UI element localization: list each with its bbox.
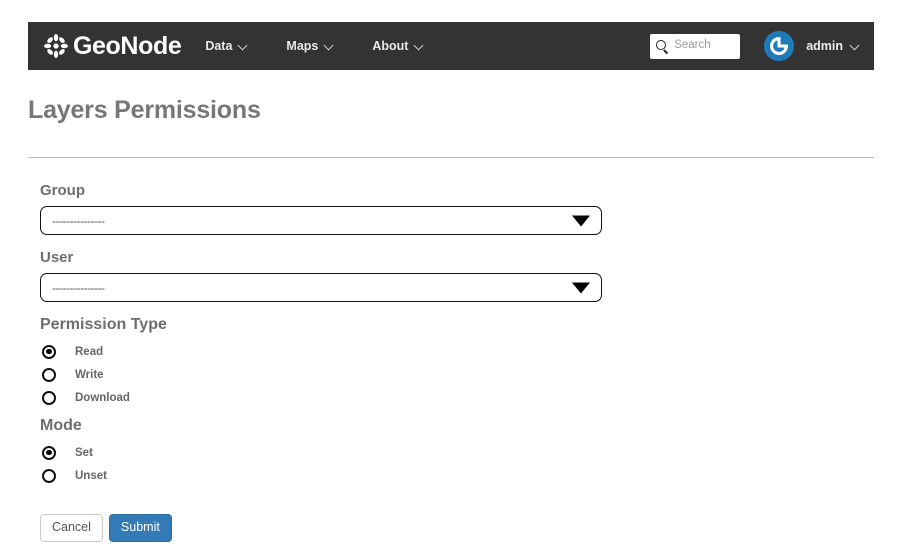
radio-mode-unset-label: Unset: [75, 469, 107, 482]
radio-permission-read[interactable]: Read: [42, 340, 874, 363]
page-content: Layers Permissions Group ---------------…: [28, 96, 874, 542]
user-select[interactable]: ---------------: [40, 273, 602, 302]
radio-mode-unset[interactable]: Unset: [42, 464, 874, 487]
radio-permission-write-label: Write: [75, 368, 104, 381]
radio-permission-write[interactable]: Write: [42, 363, 874, 386]
nav-item-data[interactable]: Data: [205, 33, 248, 59]
nav-item-about[interactable]: About: [372, 33, 424, 59]
page-title: Layers Permissions: [28, 96, 261, 124]
radio-permission-read-label: Read: [75, 345, 104, 358]
radio-permission-download[interactable]: Download: [42, 386, 874, 409]
nav-item-about-label: About: [372, 39, 409, 53]
group-select-wrapper: ---------------: [40, 206, 602, 235]
geonode-asterisk-logo-icon: [42, 32, 70, 60]
permission-type-label: Permission Type: [40, 316, 167, 333]
user-select-wrapper: ---------------: [40, 273, 602, 302]
radio-mode-set[interactable]: Set: [42, 441, 874, 464]
brand-link[interactable]: GeoNode: [42, 31, 182, 60]
chevron-down-icon: [415, 42, 424, 51]
radio-button[interactable]: [42, 367, 56, 382]
mode-label: Mode: [40, 417, 82, 434]
group-label: Group: [40, 182, 85, 199]
nav-item-maps-label: Maps: [286, 39, 319, 53]
radio-button[interactable]: [42, 390, 56, 405]
title-divider: [28, 157, 874, 158]
avatar[interactable]: [764, 31, 795, 61]
user-label: User: [40, 249, 74, 266]
submit-button[interactable]: Submit: [108, 514, 172, 542]
cancel-button[interactable]: Cancel: [40, 514, 103, 542]
radio-mode-set-label: Set: [75, 446, 93, 459]
chevron-down-icon[interactable]: [851, 42, 860, 51]
search-input-placeholder[interactable]: Search: [674, 40, 710, 52]
brand-text: GeoNode: [73, 31, 182, 60]
power-button-avatar-icon: [764, 31, 795, 61]
chevron-down-icon: [239, 42, 248, 51]
search-icon: [656, 40, 668, 52]
radio-button[interactable]: [42, 468, 56, 483]
username-label[interactable]: admin: [806, 39, 843, 53]
nav-item-maps[interactable]: Maps: [286, 33, 334, 59]
radio-permission-download-label: Download: [75, 391, 130, 404]
navbar-right-section: Search admin: [650, 31, 860, 61]
chevron-down-icon: [325, 42, 334, 51]
search-box[interactable]: Search: [650, 33, 741, 59]
radio-button[interactable]: [42, 445, 56, 460]
permissions-form: Group --------------- User -------------…: [40, 182, 874, 542]
top-navbar: GeoNode Data Maps About Search admin: [28, 22, 874, 70]
radio-button[interactable]: [42, 344, 56, 359]
nav-item-data-label: Data: [205, 39, 233, 53]
form-actions: Cancel Submit: [40, 514, 874, 542]
nav-links: Data Maps About: [205, 33, 462, 59]
group-select[interactable]: ---------------: [40, 206, 602, 235]
